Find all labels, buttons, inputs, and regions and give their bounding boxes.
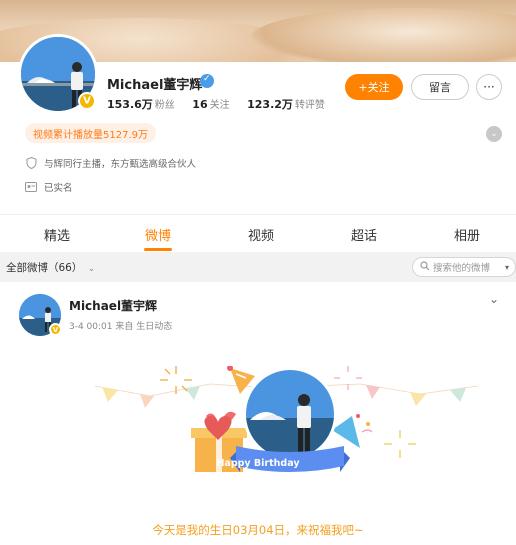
tab-featured[interactable]: 精选 [44,225,70,244]
real-name-status: 已实名 [25,180,73,194]
play-count-badge: 视频累计播放量5127.9万 [25,123,156,143]
feed-filter-label: 全部微博（66） [6,262,83,274]
feed-filter-dropdown[interactable]: 全部微博（66） ⌄ [6,260,95,275]
chevron-down-icon: ⌄ [87,264,96,274]
feed-search-input[interactable]: 搜索他的微博 ▾ [412,257,516,277]
tab-weibo[interactable]: 微博 [145,225,171,244]
engagement-count: 123.2万 [247,98,293,111]
expand-chevron-icon[interactable]: ⌄ [486,126,502,142]
id-card-icon [25,181,37,193]
post-options-chevron-icon[interactable]: ⌄ [489,292,499,306]
vip-badge-icon [78,92,96,110]
tab-album[interactable]: 相册 [454,225,480,244]
following-count[interactable]: 16 [192,98,207,111]
post-author-name[interactable]: Michael董宇辉 [69,297,157,314]
vip-badge-icon [49,323,62,336]
follow-button[interactable]: +关注 [345,74,403,100]
tab-supertopic[interactable]: 超话 [351,225,377,244]
description-text: 与辉同行主播，东方甄选高级合伙人 [44,159,197,170]
profile-description: 与辉同行主播，东方甄选高级合伙人 [25,156,196,170]
search-icon [420,260,430,274]
profile-header: Michael董宇辉 153.6万粉丝 16关注 123.2万转评赞 +关注 留… [0,34,516,214]
post-card: Michael董宇辉 3-4 00:01 来自 生日动态 ⌄ [0,282,516,545]
engagement-label: 转评赞 [294,100,325,111]
profile-stats: 153.6万 粉丝 16 关注 123.2万 转评赞 [107,96,339,112]
search-dropdown-icon: ▾ [504,262,509,272]
verified-icon [200,74,214,88]
cover-dune [250,8,516,62]
followers-count[interactable]: 153.6万 [107,98,153,111]
profile-name: Michael董宇辉 [107,78,203,93]
birthday-ribbon-text: Happy Birthday [216,458,300,469]
search-placeholder: 搜索他的微博 [433,263,491,274]
active-tab-indicator [144,248,172,251]
real-name-text: 已实名 [44,183,73,194]
profile-tabs: 精选 微博 视频 超话 相册 [0,214,516,252]
more-options-button[interactable]: ··· [476,74,502,100]
post-meta: 3-4 00:01 来自 生日动态 [69,322,173,332]
message-button[interactable]: 留言 [411,74,469,100]
birthday-card-illustration [94,366,479,472]
shield-icon [25,157,37,169]
following-label: 关注 [209,100,230,111]
feed-filter-bar: 全部微博（66） ⌄ 搜索他的微博 ▾ [0,252,516,282]
tab-video[interactable]: 视频 [248,225,274,244]
birthday-message: 今天是我的生日03月04日，来祝福我吧~ [152,523,364,537]
followers-label: 粉丝 [154,100,175,111]
